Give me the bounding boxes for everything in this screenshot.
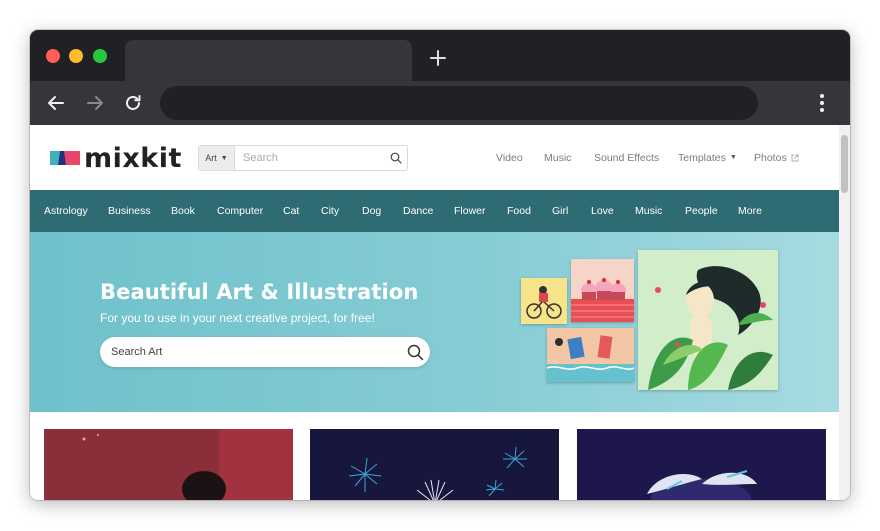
bicycle-couple-illustration — [526, 286, 562, 319]
hero-search-input[interactable] — [111, 346, 400, 358]
forward-button[interactable] — [82, 90, 108, 116]
girl-with-plants-illustration — [648, 266, 773, 390]
beach-illustration — [547, 335, 634, 382]
site-header: mixkit Art ▼ Video Music — [30, 125, 839, 190]
art-card[interactable] — [44, 429, 293, 500]
topnav-label: Photos — [754, 151, 787, 164]
art-card[interactable] — [577, 429, 826, 500]
kebab-menu-icon — [820, 94, 824, 112]
search-icon — [390, 152, 402, 164]
topnav-photos[interactable]: Photos — [754, 125, 799, 190]
site-logo[interactable]: mixkit — [50, 142, 182, 174]
back-arrow-icon — [48, 96, 64, 110]
category-flower[interactable]: Flower — [454, 190, 486, 232]
reload-button[interactable] — [120, 90, 146, 116]
category-astrology[interactable]: Astrology — [44, 190, 88, 232]
category-dog[interactable]: Dog — [362, 190, 381, 232]
back-button[interactable] — [43, 90, 69, 116]
category-bar: Astrology Business Book Computer Cat Cit… — [30, 190, 839, 232]
header-search-input[interactable] — [235, 152, 385, 164]
browser-menu-button[interactable] — [812, 90, 832, 116]
mixkit-logo-mark-icon — [50, 151, 80, 165]
art-thumbnail-image — [577, 429, 826, 500]
tab-bar — [30, 30, 850, 81]
maximize-window-button[interactable] — [93, 49, 107, 63]
topnav-label: Music — [544, 151, 572, 164]
scrollbar-thumb[interactable] — [841, 135, 848, 193]
art-thumbnail-image — [44, 429, 293, 500]
category-computer[interactable]: Computer — [217, 190, 263, 232]
category-more[interactable]: More — [738, 190, 762, 232]
topnav-music[interactable]: Music — [544, 125, 571, 190]
page-content: mixkit Art ▼ Video Music — [30, 125, 839, 500]
forward-arrow-icon — [87, 96, 103, 110]
hero-search-button[interactable] — [400, 337, 430, 367]
topnav-label: Sound Effects — [594, 151, 660, 164]
new-tab-button[interactable] — [426, 46, 450, 70]
category-love[interactable]: Love — [591, 190, 614, 232]
category-people[interactable]: People — [685, 190, 718, 232]
logo-text: mixkit — [84, 142, 182, 174]
caret-down-icon: ▼ — [729, 154, 737, 161]
reload-icon — [126, 95, 141, 110]
hero-subtitle: For you to use in your next creative pro… — [100, 311, 375, 325]
category-city[interactable]: City — [321, 190, 339, 232]
category-music[interactable]: Music — [635, 190, 662, 232]
topnav-label: Video — [496, 151, 523, 164]
browser-window: mixkit Art ▼ Video Music — [30, 30, 850, 500]
topnav-label: Templates — [678, 151, 726, 164]
category-food[interactable]: Food — [507, 190, 531, 232]
category-business[interactable]: Business — [108, 190, 151, 232]
search-category-label: Art — [205, 153, 217, 163]
cupcakes-illustration — [571, 278, 634, 322]
caret-down-icon: ▼ — [220, 154, 228, 162]
topnav-sound-effects[interactable]: Sound Effects — [594, 125, 659, 190]
category-book[interactable]: Book — [171, 190, 195, 232]
browser-tab[interactable] — [125, 40, 412, 81]
header-search-button[interactable] — [385, 152, 407, 164]
address-bar[interactable] — [160, 86, 758, 120]
art-grid — [30, 412, 839, 500]
fireworks-thumbnail-image — [310, 429, 559, 500]
close-window-button[interactable] — [46, 49, 60, 63]
external-link-icon — [791, 154, 799, 161]
category-girl[interactable]: Girl — [552, 190, 568, 232]
illustration-girl-plants-featured[interactable] — [638, 250, 778, 390]
browser-toolbar — [30, 81, 850, 125]
page-scrollbar[interactable] — [839, 125, 850, 500]
category-dance[interactable]: Dance — [403, 190, 433, 232]
header-search: Art ▼ — [198, 145, 408, 171]
art-card[interactable] — [310, 429, 559, 500]
illustration-bicycle-thumb[interactable] — [521, 278, 567, 324]
hero-banner: Beautiful Art & Illustration For you to … — [30, 232, 839, 412]
search-category-dropdown[interactable]: Art ▼ — [199, 146, 235, 170]
illustration-cupcakes-thumb[interactable] — [571, 259, 634, 322]
topnav-video[interactable]: Video — [496, 125, 523, 190]
plus-icon — [430, 50, 446, 66]
category-cat[interactable]: Cat — [283, 190, 299, 232]
search-icon — [407, 344, 423, 360]
illustration-beach-thumb[interactable] — [547, 328, 634, 382]
hero-search — [100, 337, 430, 367]
minimize-window-button[interactable] — [69, 49, 83, 63]
topnav-templates[interactable]: Templates ▼ — [678, 125, 737, 190]
hero-title: Beautiful Art & Illustration — [100, 280, 419, 304]
